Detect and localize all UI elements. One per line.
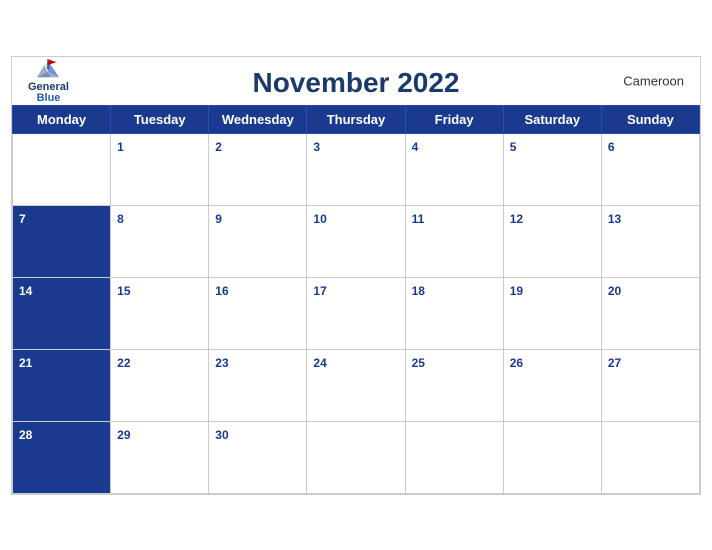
calendar-container: General Blue November 2022 Cameroon Mond… (11, 56, 701, 495)
day-number: 25 (412, 356, 425, 370)
calendar-cell: 9 (209, 205, 307, 277)
calendar-cell: 13 (601, 205, 699, 277)
calendar-cell: 22 (111, 349, 209, 421)
calendar-cell: 19 (503, 277, 601, 349)
calendar-cell: 26 (503, 349, 601, 421)
day-number: 11 (412, 212, 425, 226)
calendar-week-row: 14 15 16 17 18 19 20 (13, 277, 700, 349)
calendar-cell: 20 (601, 277, 699, 349)
day-number: 22 (117, 356, 130, 370)
calendar-cell: 27 (601, 349, 699, 421)
day-number: 21 (19, 356, 32, 370)
calendar-cell: 25 (405, 349, 503, 421)
calendar-cell: 14 (13, 277, 111, 349)
calendar-cell: 6 (601, 133, 699, 205)
day-number: 28 (19, 428, 32, 442)
day-number: 12 (510, 212, 523, 226)
calendar-cell: 30 (209, 421, 307, 493)
calendar-cell: 1 (111, 133, 209, 205)
day-number: 26 (510, 356, 523, 370)
calendar-cell: 7 (13, 205, 111, 277)
day-number: 1 (117, 140, 124, 154)
calendar-cell: 10 (307, 205, 405, 277)
day-number: 3 (313, 140, 320, 154)
col-thursday: Thursday (307, 105, 405, 133)
logo-icon (34, 58, 62, 80)
day-number: 15 (117, 284, 130, 298)
col-friday: Friday (405, 105, 503, 133)
calendar-week-row: 28 29 30 (13, 421, 700, 493)
day-number: 27 (608, 356, 621, 370)
calendar-cell: 23 (209, 349, 307, 421)
day-number: 6 (608, 140, 615, 154)
day-number: 19 (510, 284, 523, 298)
calendar-cell (601, 421, 699, 493)
day-number: 8 (117, 212, 124, 226)
day-number: 13 (608, 212, 621, 226)
calendar-cell: 29 (111, 421, 209, 493)
logo-blue-text: Blue (37, 93, 61, 104)
day-number: 16 (215, 284, 228, 298)
day-number: 2 (215, 140, 222, 154)
logo: General Blue (28, 58, 69, 104)
calendar-header: General Blue November 2022 Cameroon (12, 57, 700, 105)
calendar-cell (307, 421, 405, 493)
day-number: 30 (215, 428, 228, 442)
calendar-cell: 17 (307, 277, 405, 349)
calendar-cell: 15 (111, 277, 209, 349)
day-number: 9 (215, 212, 222, 226)
day-number: 4 (412, 140, 419, 154)
calendar-cell: 16 (209, 277, 307, 349)
col-monday: Monday (13, 105, 111, 133)
calendar-cell (503, 421, 601, 493)
calendar-cell: 28 (13, 421, 111, 493)
day-number: 14 (19, 284, 32, 298)
calendar-week-row: 21 22 23 24 25 26 27 (13, 349, 700, 421)
calendar-cell: 3 (307, 133, 405, 205)
days-of-week-row: Monday Tuesday Wednesday Thursday Friday… (13, 105, 700, 133)
calendar-cell (13, 133, 111, 205)
day-number: 10 (313, 212, 326, 226)
calendar-cell (405, 421, 503, 493)
day-number: 17 (313, 284, 326, 298)
calendar-title: November 2022 (252, 67, 459, 99)
calendar-week-row: 1 2 3 4 5 6 (13, 133, 700, 205)
col-saturday: Saturday (503, 105, 601, 133)
calendar-table: Monday Tuesday Wednesday Thursday Friday… (12, 105, 700, 494)
col-sunday: Sunday (601, 105, 699, 133)
calendar-cell: 18 (405, 277, 503, 349)
col-tuesday: Tuesday (111, 105, 209, 133)
col-wednesday: Wednesday (209, 105, 307, 133)
calendar-cell: 4 (405, 133, 503, 205)
calendar-cell: 8 (111, 205, 209, 277)
day-number: 5 (510, 140, 517, 154)
calendar-cell: 12 (503, 205, 601, 277)
day-number: 7 (19, 212, 26, 226)
day-number: 24 (313, 356, 326, 370)
calendar-cell: 24 (307, 349, 405, 421)
day-number: 29 (117, 428, 130, 442)
day-number: 23 (215, 356, 228, 370)
calendar-week-row: 7 8 9 10 11 12 13 (13, 205, 700, 277)
calendar-cell: 21 (13, 349, 111, 421)
day-number: 20 (608, 284, 621, 298)
calendar-cell: 5 (503, 133, 601, 205)
calendar-cell: 2 (209, 133, 307, 205)
day-number: 18 (412, 284, 425, 298)
calendar-cell: 11 (405, 205, 503, 277)
country-label: Cameroon (623, 73, 684, 88)
